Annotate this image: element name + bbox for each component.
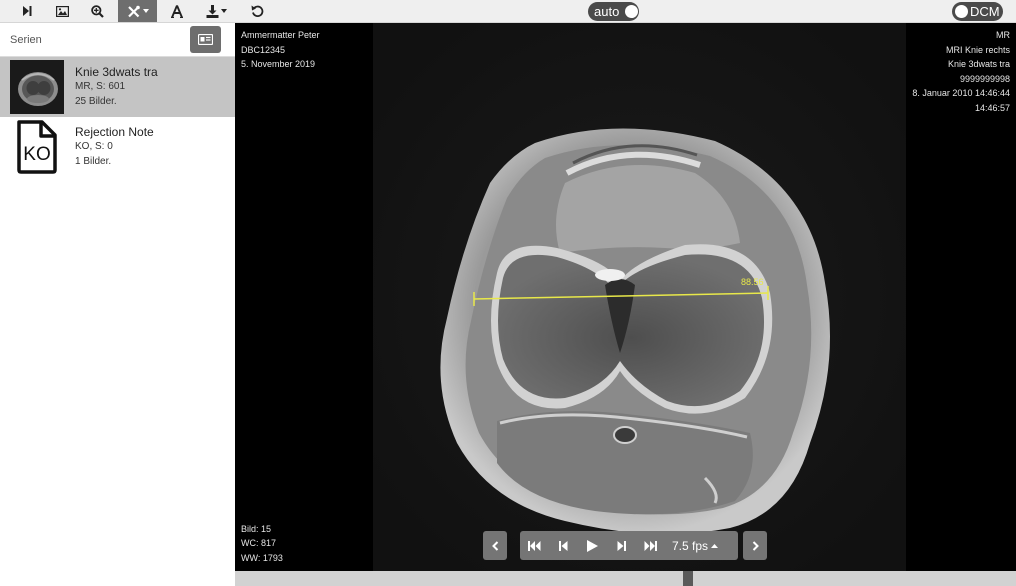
reset-button[interactable] (244, 0, 270, 22)
image-viewport[interactable]: 88.56 Ammermatter Peter DBC12345 5. Nove… (235, 23, 1016, 571)
series-modality: KO, S: 0 (75, 141, 113, 152)
document-icon: KO (10, 120, 64, 174)
toolbar: auto DCM (0, 0, 1016, 23)
patient-id: DBC12345 (241, 44, 286, 55)
reset-icon (251, 5, 263, 17)
series-name: Knie 3dwats tra (75, 65, 158, 79)
play-icon (587, 539, 598, 552)
svg-text:KO: KO (23, 144, 50, 165)
toggle-knob (955, 5, 968, 18)
fps-label: 7.5 fps (672, 538, 709, 553)
acquisition-time: 14:46:57 (974, 102, 1010, 113)
play-button[interactable] (578, 531, 607, 560)
skip-last-icon (644, 540, 657, 551)
previous-series-button[interactable] (483, 531, 507, 560)
tools-icon (127, 5, 140, 17)
image-scrollbar[interactable] (235, 571, 1016, 586)
skip-previous-icon (559, 540, 568, 551)
window-width: WW: 1793 (241, 552, 283, 563)
series-image-count: 1 Bilder. (75, 156, 112, 167)
window-center: WC: 817 (241, 538, 277, 548)
fps-selector[interactable]: 7.5 fps (672, 538, 719, 553)
study-date: 5. November 2019 (241, 59, 316, 69)
caret-down-icon (220, 9, 227, 13)
id-card-icon (198, 34, 213, 45)
sidebar-header: Serien (0, 23, 235, 57)
zoom-in-icon (90, 4, 104, 18)
patient-name: Ammermatter Peter (241, 30, 320, 40)
zoom-button[interactable] (84, 0, 110, 22)
series-description: Knie 3dwats tra (947, 59, 1010, 69)
patient-info-button[interactable] (190, 26, 221, 53)
next-series-button[interactable] (743, 531, 767, 560)
mri-image: 88.56 (235, 23, 1016, 571)
series-item[interactable]: KO Rejection Note KO, S: 0 1 Bilder. (0, 117, 235, 177)
series-name: Rejection Note (75, 125, 154, 139)
series-image-count: 25 Bilder. (75, 96, 117, 107)
study-overlay: MR MRI Knie rechts Knie 3dwats tra 99999… (912, 28, 1010, 115)
measure-tools-dropdown[interactable] (118, 0, 157, 22)
chevron-right-icon (752, 540, 759, 551)
skip-next-icon (617, 540, 626, 551)
dcm-toggle[interactable]: DCM (952, 2, 1003, 21)
series-item[interactable]: Knie 3dwats tra MR, S: 601 25 Bilder. (0, 57, 235, 117)
dcm-toggle-label: DCM (970, 4, 1000, 19)
next-frame-button[interactable] (607, 531, 636, 560)
caret-down-icon (142, 9, 149, 13)
series-sidebar: Serien Knie 3dwats tra MR, S: 601 25 Bil… (0, 23, 235, 586)
cine-player: 7.5 fps (520, 531, 738, 560)
acquisition-datetime: 8. Januar 2010 14:46:44 (912, 88, 1010, 98)
image-number: Bild: 15 (241, 523, 272, 534)
skip-next-icon (23, 6, 32, 16)
series-modality: MR, S: 601 (75, 81, 126, 92)
window-overlay: Bild: 15 WC: 817 WW: 1793 (241, 522, 283, 566)
modality: MR (996, 30, 1010, 40)
download-dropdown[interactable] (200, 0, 232, 22)
accession-number: 9999999998 (959, 73, 1010, 84)
auto-toggle-label: auto (594, 4, 620, 19)
caret-up-icon (711, 543, 719, 548)
skip-first-icon (528, 540, 541, 551)
download-icon (206, 4, 218, 18)
toggle-knob (625, 5, 639, 18)
patient-overlay: Ammermatter Peter DBC12345 5. November 2… (241, 28, 320, 72)
scrollbar-thumb[interactable] (683, 571, 693, 586)
previous-frame-button[interactable] (549, 531, 578, 560)
text-icon (171, 4, 183, 18)
next-frame-button[interactable] (14, 0, 40, 22)
last-frame-button[interactable] (636, 531, 665, 560)
image-button[interactable] (48, 0, 76, 22)
image-icon (55, 5, 69, 17)
sidebar-title: Serien (10, 33, 42, 46)
first-frame-button[interactable] (520, 531, 549, 560)
annotate-button[interactable] (164, 0, 190, 22)
study-description: MRI Knie rechts (945, 44, 1010, 55)
auto-toggle[interactable]: auto (588, 2, 639, 21)
measurement-label: 88.56 (741, 277, 764, 287)
chevron-left-icon (491, 540, 498, 551)
mri-thumbnail (10, 60, 64, 114)
